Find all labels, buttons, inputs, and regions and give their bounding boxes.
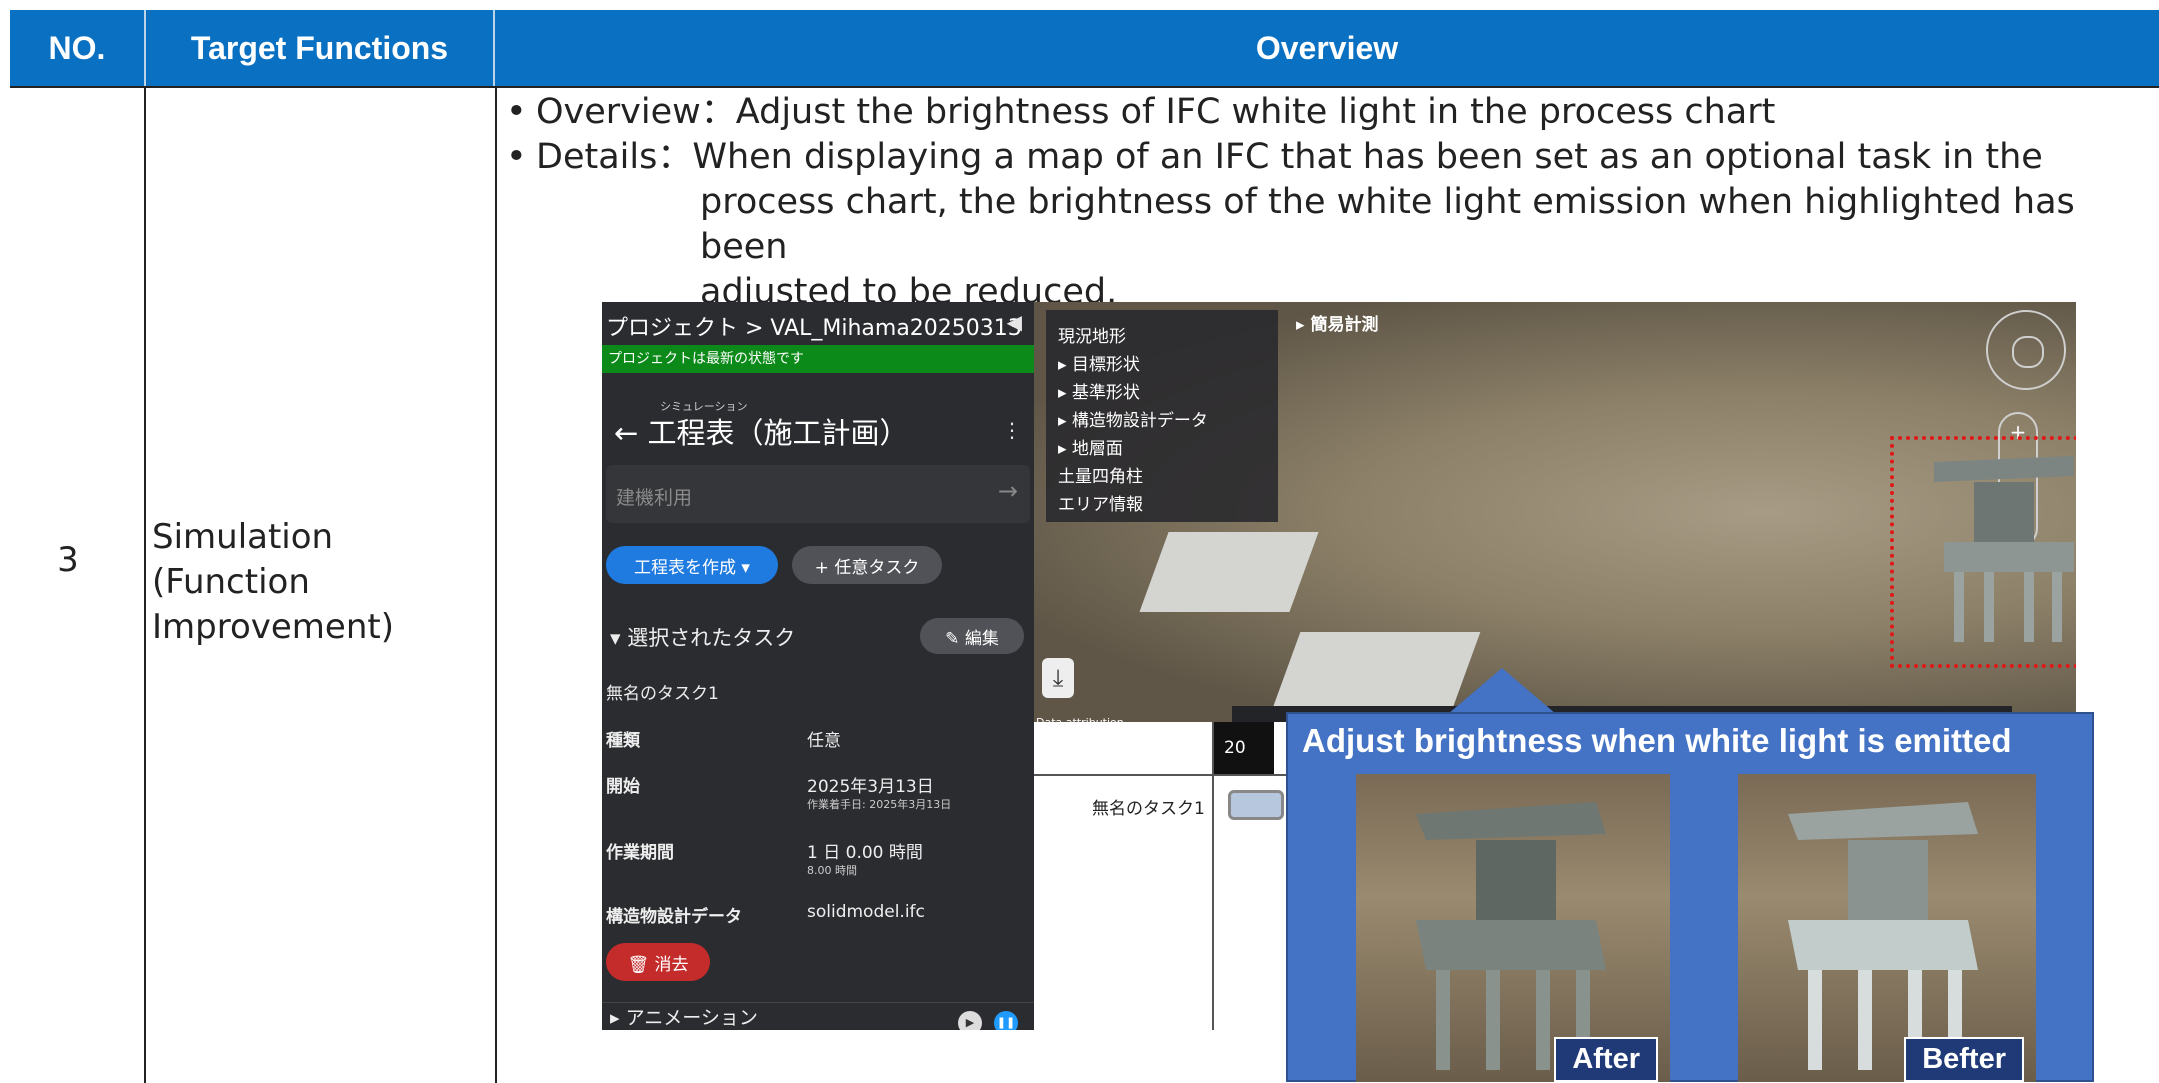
after-label: After [1554, 1037, 1658, 1082]
field-value: 任意 [807, 731, 841, 751]
field-value: 1 日 0.00 時間 [807, 843, 923, 863]
layer-item[interactable]: 現況地形 [1058, 322, 1126, 347]
details-line: Details：When displaying a map of an IFC … [502, 135, 2142, 180]
callout-title: Adjust brightness when white light is em… [1302, 722, 2012, 759]
grid-line [144, 86, 146, 1083]
field-key: 作業期間 [606, 843, 674, 863]
field-sub: 作業着手日: 2025年3月13日 [807, 798, 952, 811]
simple-measure[interactable]: ▸ 簡易計測 [1296, 310, 1378, 335]
field-value: 2025年3月13日 [807, 777, 934, 797]
row-number: 3 [57, 540, 79, 580]
layer-item[interactable]: 土量四角柱 [1058, 462, 1143, 487]
building [1139, 532, 1319, 612]
header-target-functions: Target Functions [146, 10, 495, 86]
callout-pointer [1448, 668, 1556, 714]
breadcrumb[interactable]: プロジェクト > VAL_Mihama20250313 [606, 310, 1022, 342]
layer-item[interactable]: ▸ 地層面 [1058, 434, 1123, 459]
map-view[interactable]: 現況地形 ▸ 目標形状 ▸ 基準形状 ▸ 構造物設計データ ▸ 地層面 土量四角… [1034, 302, 2076, 729]
details-continuation: process chart, the brightness of the whi… [700, 182, 2075, 267]
animation-label: ▸ アニメーション [610, 1007, 758, 1029]
grid-line [10, 86, 2159, 88]
compass-icon[interactable] [1986, 310, 2066, 390]
header-no: NO. [10, 10, 146, 86]
pier-after [1416, 802, 1606, 1070]
task-name: 無名のタスク1 [606, 684, 719, 704]
comparison-callout: Adjust brightness when white light is em… [1286, 712, 2094, 1082]
gantt-divider [1212, 722, 1214, 1030]
field-key: 種類 [606, 731, 640, 751]
layer-item[interactable]: ▸ 目標形状 [1058, 350, 1140, 375]
overview-text: Overview：Adjust the brightness of IFC wh… [502, 90, 2142, 315]
pier-before [1788, 802, 1978, 1070]
before-label: Befter [1904, 1037, 2024, 1082]
collapse-icon[interactable]: ◀ [1007, 310, 1022, 334]
gantt-task-name: 無名のタスク1 [1092, 799, 1205, 819]
after-image: After [1356, 774, 1670, 1082]
selected-task-header[interactable]: ▾ 選択されたタスク [610, 622, 795, 652]
animation-section[interactable]: ▸ アニメーション ▶ ❚❚ [602, 1002, 1034, 1030]
header-overview: Overview [495, 10, 2159, 86]
pier-model [1934, 456, 2074, 642]
download-icon[interactable]: ⤓ [1042, 658, 1074, 698]
before-image: Befter [1738, 774, 2036, 1082]
more-icon[interactable]: ⋮ [1002, 418, 1022, 442]
overview-line: Overview：Adjust the brightness of IFC wh… [502, 90, 2142, 135]
field-sub: 8.00 時間 [807, 864, 857, 877]
delete-button[interactable]: 🗑 消去 [606, 943, 710, 981]
status-bar: プロジェクトは最新の状態です [602, 345, 1034, 373]
gantt-task-bar[interactable] [1228, 790, 1284, 820]
grid-line [495, 86, 497, 1083]
layer-item[interactable]: エリア情報 [1058, 490, 1143, 515]
gantt-header: 20 [1214, 722, 1274, 774]
pause-icon[interactable]: ❚❚ [994, 1011, 1018, 1030]
page-title[interactable]: ← 工程表（施工計画） [614, 410, 909, 452]
edit-button[interactable]: ✎ 編集 [920, 618, 1024, 654]
optional-task-button[interactable]: + 任意タスク [792, 546, 942, 584]
side-panel: プロジェクト > VAL_Mihama20250313 ◀ プロジェクトは最新の… [602, 302, 1034, 1030]
layer-item[interactable]: ▸ 基準形状 [1058, 378, 1140, 403]
search-input[interactable]: 建機利用 → [606, 465, 1030, 523]
field-value: solidmodel.ifc [807, 902, 925, 922]
create-schedule-button[interactable]: 工程表を作成 ▾ [606, 546, 778, 584]
play-icon[interactable]: ▶ [958, 1011, 982, 1030]
field-key: 開始 [606, 777, 640, 797]
layer-panel: 現況地形 ▸ 目標形状 ▸ 基準形状 ▸ 構造物設計データ ▸ 地層面 土量四角… [1046, 310, 1278, 522]
target-function: Simulation (Function Improvement) [152, 517, 394, 647]
arrow-right-icon[interactable]: → [998, 477, 1018, 505]
search-placeholder: 建機利用 [616, 487, 693, 509]
field-key: 構造物設計データ [606, 907, 742, 927]
layer-item[interactable]: ▸ 構造物設計データ [1058, 406, 1208, 431]
